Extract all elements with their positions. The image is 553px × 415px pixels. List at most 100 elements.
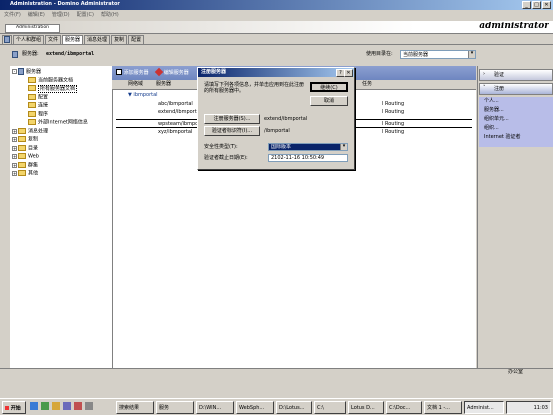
taskbar-app[interactable]: D:\Lotus... (276, 401, 312, 414)
server-value: extend/ibmportal (46, 51, 95, 57)
add-server-button[interactable]: 添加服务器 (116, 69, 150, 76)
chevron-down-icon[interactable]: ▾ (340, 144, 347, 150)
tab-people-groups[interactable]: 个人和群组 (13, 35, 45, 44)
security-type-select[interactable]: 国际版本 ▾ (268, 143, 348, 151)
continue-button[interactable]: 继续(C) (310, 82, 348, 92)
chevron-down-icon: ˅ (483, 85, 486, 91)
system-tray: 11:03 (506, 401, 551, 414)
tree-item-messaging[interactable]: + 消息处理 (12, 128, 48, 136)
desktop-icon[interactable] (85, 402, 93, 410)
menu-help[interactable]: 帮助(H) (101, 13, 119, 21)
taskbar-app[interactable]: 文档 1 -... (424, 401, 462, 414)
menu-admin[interactable]: 管理(D) (52, 13, 70, 21)
certifier-id-value: /ibmportal (264, 128, 290, 134)
col-domain[interactable]: 网络域 (128, 82, 143, 87)
tab-home[interactable] (2, 35, 12, 44)
expand-icon[interactable]: + (12, 145, 17, 151)
quick-launch (30, 402, 114, 413)
folder-icon (18, 136, 26, 142)
taskbar-app[interactable]: D:\WIN... (196, 401, 234, 414)
tree-item-connections[interactable]: 连接 (28, 102, 48, 110)
home-icon (4, 36, 10, 43)
tree-item-servers[interactable]: - 服务器 (12, 68, 41, 76)
register-internet-certifier-link[interactable]: Internet 验证者 (484, 135, 520, 140)
minimize-button[interactable]: _ (522, 1, 531, 9)
close-button[interactable]: ✕ (542, 1, 551, 9)
dialog-title-bar: 注册服务器 (198, 68, 354, 77)
edit-server-button[interactable]: 编辑服务器 (154, 67, 189, 77)
tree-item-clusters[interactable]: + 群集 (12, 162, 38, 170)
tree-item-replication[interactable]: + 复制 (12, 136, 38, 144)
menu-edit[interactable]: 编辑(E) (28, 13, 45, 21)
taskbar-app[interactable]: Lotus D... (348, 401, 384, 414)
tree-item-external-internet[interactable]: 外部Internet网络信息 (28, 119, 88, 127)
maximize-button[interactable]: □ (532, 1, 541, 9)
security-type-value: 国际版本 (271, 144, 292, 150)
register-server-link[interactable]: 服务器... (484, 108, 504, 113)
directory-select[interactable]: 当前服务器 ▾ (400, 50, 476, 59)
tree-item-web[interactable]: + Web (12, 153, 39, 161)
verify-button[interactable]: › 验证 (479, 69, 553, 81)
table-row[interactable]: abc/ibmportal (158, 102, 193, 107)
app-icon[interactable] (74, 402, 82, 410)
taskbar-app[interactable]: 服务 (156, 401, 194, 414)
expand-icon[interactable]: + (12, 136, 17, 142)
app-icon[interactable] (63, 402, 71, 410)
close-icon[interactable]: ✕ (344, 69, 353, 77)
register-org-link[interactable]: 组织... (484, 126, 499, 131)
taskbar-app[interactable]: WebSph... (236, 401, 274, 414)
taskbar-app-active[interactable]: Administ... (464, 401, 504, 414)
tab-replication[interactable]: 复制 (111, 35, 128, 44)
tree-item-all-servers[interactable]: 所有服务器文档 (28, 84, 78, 93)
cancel-button[interactable]: 取消 (310, 96, 348, 106)
col-task[interactable]: 任务 (362, 82, 372, 87)
browser-icon[interactable] (30, 402, 38, 410)
window-controls: _ □ ✕ (522, 1, 551, 9)
register-person-link[interactable]: 个人... (484, 99, 499, 104)
table-row[interactable]: extend/ibmportal (158, 110, 201, 115)
status-bar: 办公室 (0, 368, 553, 376)
table-cell: l Routing (382, 101, 405, 107)
security-type-label: 安全性类型(T): (204, 144, 238, 150)
tree-item-current-server[interactable]: 当前服务器文档 (28, 77, 73, 85)
expand-icon[interactable]: + (12, 170, 17, 176)
chevron-down-icon[interactable]: ▾ (468, 51, 475, 58)
register-button[interactable]: ˅ 注册 (479, 83, 553, 95)
tab-configuration[interactable]: 配置 (128, 35, 145, 44)
server-icon (18, 68, 24, 75)
table-row[interactable]: ▼ ibmportal (128, 93, 158, 98)
folder-icon[interactable] (52, 402, 60, 410)
expiry-date-field[interactable]: 2102-11-16 10:50:49 (268, 154, 348, 162)
tab-files[interactable]: 文件 (45, 35, 62, 44)
status-location[interactable]: 办公室 (508, 370, 523, 375)
taskbar-app[interactable]: 搜索结果 (116, 401, 154, 414)
certifier-id-button[interactable]: 验证者标识符(I)... (204, 126, 260, 136)
expand-icon[interactable]: + (12, 153, 17, 159)
folder-icon (28, 94, 36, 100)
tree-item-misc[interactable]: + 其他 (12, 170, 38, 178)
folder-icon (28, 119, 36, 125)
taskbar-app[interactable]: C:\Doc... (386, 401, 422, 414)
expand-icon[interactable]: + (12, 162, 17, 168)
tree-item-directory[interactable]: + 目录 (12, 145, 38, 153)
register-ou-link[interactable]: 组织单元... (484, 117, 509, 122)
tree-item-configuration[interactable]: 配置 (28, 94, 48, 102)
registration-server-button[interactable]: 注册服务器(S)... (204, 114, 260, 124)
tab-server[interactable]: 服务器 (62, 35, 84, 44)
expand-icon[interactable]: + (12, 128, 17, 134)
taskbar-app[interactable]: C:\ (314, 401, 346, 414)
tools-panel: ▾ 工具 › 验证 ˅ 注册 个人... 服务器... 组织单元... 组织..… (477, 66, 553, 368)
menu-config[interactable]: 配置(C) (77, 13, 94, 21)
table-row[interactable]: xyz/ibmportal (158, 130, 192, 135)
col-server[interactable]: 服务器 (156, 82, 171, 87)
tree-item-programs[interactable]: 程序 (28, 111, 48, 119)
menu-file[interactable]: 文件(F) (4, 13, 21, 21)
collapse-icon[interactable]: - (12, 69, 17, 74)
taskbar: 开始 搜索结果 服务 D:\WIN... WebSph... D:\Lotus.… (0, 398, 553, 415)
folder-icon (28, 102, 36, 108)
admin-tab[interactable]: Administration (5, 24, 60, 33)
server-icon (12, 51, 18, 58)
app-icon[interactable] (41, 402, 49, 410)
start-button[interactable]: 开始 (2, 401, 26, 414)
tab-messaging[interactable]: 消息处理 (84, 35, 111, 44)
